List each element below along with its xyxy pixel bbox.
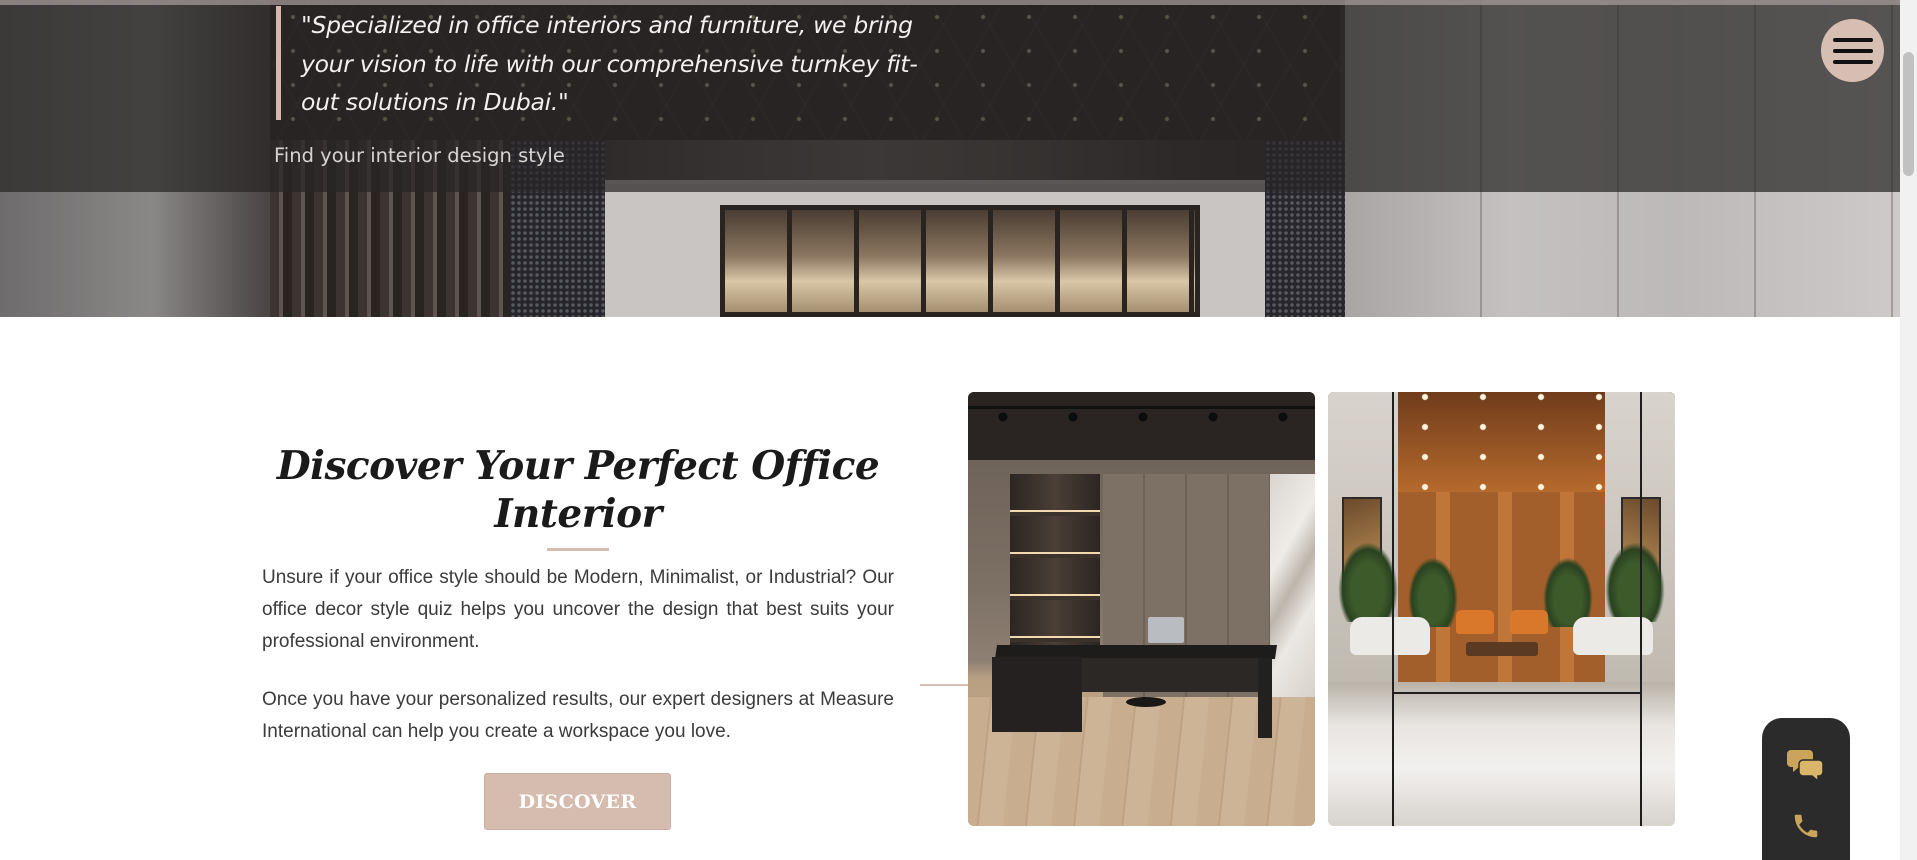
hero-subtitle: Find your interior design style: [274, 144, 565, 167]
phone-button[interactable]: [1762, 801, 1850, 851]
title-divider: [547, 548, 609, 551]
lounge-interior-image: [1328, 392, 1675, 826]
hamburger-menu-icon-bar: [1832, 59, 1873, 64]
hero-background-doorway: [720, 205, 1200, 317]
hero-quote-block: "Specialized in office interiors and fur…: [276, 6, 956, 120]
section-paragraph: Once you have your personalized results,…: [262, 689, 894, 742]
hero-banner: "Specialized in office interiors and fur…: [0, 0, 1900, 317]
phone-icon: [1794, 814, 1818, 838]
hero-quote: "Specialized in office interiors and fur…: [301, 11, 918, 116]
menu-button[interactable]: [1821, 19, 1884, 82]
page-scrollbar[interactable]: [1900, 0, 1917, 860]
contact-widget: [1762, 718, 1850, 860]
section-paragraph: Unsure if your office style should be Mo…: [262, 567, 894, 652]
hamburger-menu-icon: [1832, 37, 1873, 42]
chat-bubbles-icon: [1787, 750, 1824, 780]
hero-top-strip: [0, 0, 1900, 5]
office-interior-image: [968, 392, 1315, 826]
chat-button[interactable]: [1762, 738, 1850, 788]
scrollbar-thumb[interactable]: [1903, 52, 1914, 176]
section-title: Discover Your Perfect Office Interior: [276, 443, 880, 537]
discover-button[interactable]: DISCOVER: [484, 773, 671, 830]
hamburger-menu-icon-bar: [1832, 48, 1873, 53]
